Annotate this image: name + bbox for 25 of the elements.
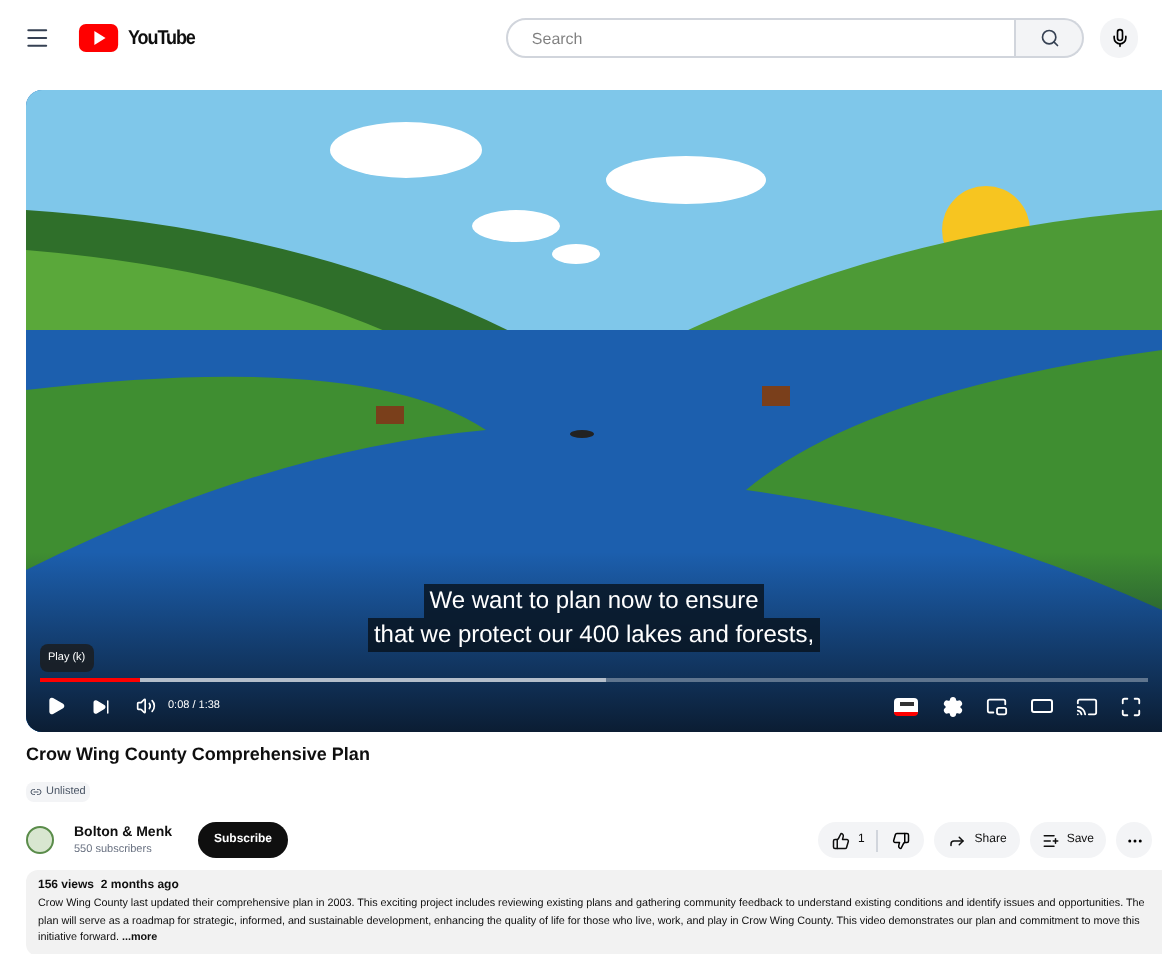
channel-avatar[interactable] [26,826,54,854]
play-icon[interactable] [46,696,66,716]
cabin [376,406,404,424]
add-to-list-icon [1042,831,1061,849]
search-icon [1039,28,1060,48]
menu-icon[interactable] [24,24,51,52]
settings-icon[interactable] [942,695,964,717]
boat [570,430,594,438]
miniplayer-icon[interactable] [986,695,1008,717]
voice-search-button[interactable] [1100,18,1138,58]
cabin [762,386,790,406]
volume-icon[interactable] [136,696,156,716]
search-field[interactable]: Search [505,18,1017,58]
fullscreen-icon[interactable] [1120,695,1142,717]
thumbs-up-icon [831,831,850,849]
dislike-icon[interactable] [892,831,911,849]
link-icon [30,786,42,798]
video-title: Crow Wing County Comprehensive Plan [26,744,372,766]
logo-wordmark[interactable]: YouTube [127,23,195,53]
next-icon[interactable] [92,697,110,715]
microphone-icon [1109,28,1129,48]
cast-icon[interactable] [1076,695,1098,717]
search-button[interactable] [1016,18,1085,58]
theater-mode-icon[interactable] [1030,694,1054,718]
share-icon [948,831,967,849]
